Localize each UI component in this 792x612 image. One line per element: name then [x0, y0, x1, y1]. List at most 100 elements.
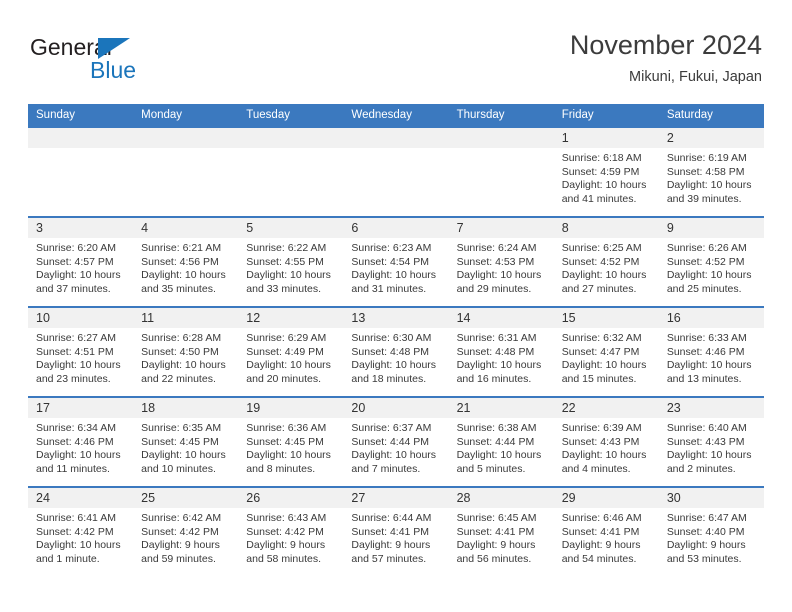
daylight-text: Daylight: 10 hours and 33 minutes. — [246, 269, 331, 295]
day-number: 22 — [553, 398, 659, 418]
day-cell-empty — [28, 126, 134, 217]
sunrise-text: Sunrise: 6:22 AM — [246, 242, 327, 254]
daylight-text: Daylight: 10 hours and 22 minutes. — [141, 359, 226, 385]
day-cell[interactable]: 30 Sunrise: 6:47 AM Sunset: 4:40 PM Dayligh… — [658, 486, 764, 576]
day-cell[interactable]: 8 Sunrise: 6:25 AM Sunset: 4:52 PM Daylight… — [553, 216, 659, 307]
day-cell[interactable]: 25 Sunrise: 6:42 AM Sunset: 4:42 PM Dayligh… — [133, 486, 239, 576]
daylight-text: Daylight: 9 hours and 57 minutes. — [351, 539, 431, 565]
daylight-text: Daylight: 10 hours and 29 minutes. — [456, 269, 542, 295]
sunrise-text: Sunrise: 6:25 AM — [561, 242, 642, 254]
day-cell[interactable]: 26 Sunrise: 6:43 AM Sunset: 4:42 PM Dayligh… — [238, 486, 344, 576]
day-number: 29 — [553, 488, 659, 508]
day-cell[interactable]: 13 Sunrise: 6:30 AM Sunset: 4:48 PM Dayligh… — [343, 306, 449, 397]
day-cell[interactable]: 22 Sunrise: 6:39 AM Sunset: 4:43 PM Dayligh… — [553, 396, 659, 487]
daylight-text: Daylight: 10 hours and 16 minutes. — [456, 359, 542, 385]
day-cell-empty — [448, 126, 554, 217]
day-cell[interactable]: 7 Sunrise: 6:24 AM Sunset: 4:53 PM Daylight… — [448, 216, 554, 307]
day-cell-empty — [343, 126, 449, 217]
day-cell[interactable]: 3 Sunrise: 6:20 AM Sunset: 4:57 PM Daylight… — [28, 216, 134, 307]
day-cell[interactable]: 27 Sunrise: 6:44 AM Sunset: 4:41 PM Dayligh… — [343, 486, 449, 576]
day-number: 6 — [343, 218, 449, 238]
sunrise-text: Sunrise: 6:23 AM — [351, 242, 432, 254]
day-cell[interactable]: 16 Sunrise: 6:33 AM Sunset: 4:46 PM Dayligh… — [658, 306, 764, 397]
daylight-text: Daylight: 10 hours and 18 minutes. — [351, 359, 437, 385]
daylight-text: Daylight: 9 hours and 58 minutes. — [246, 539, 326, 565]
day-cell[interactable]: 10 Sunrise: 6:27 AM Sunset: 4:51 PM Dayligh… — [28, 306, 134, 397]
day-number: 24 — [28, 488, 134, 508]
sunset-text: Sunset: 4:51 PM — [36, 345, 114, 358]
day-cell[interactable]: 1 Sunrise: 6:18 AM Sunset: 4:59 PM Daylight… — [553, 126, 659, 217]
day-number: 4 — [133, 218, 239, 238]
day-cell[interactable]: 15 Sunrise: 6:32 AM Sunset: 4:47 PM Dayligh… — [553, 306, 659, 397]
day-cell[interactable]: 14 Sunrise: 6:31 AM Sunset: 4:48 PM Dayligh… — [448, 306, 554, 397]
day-cell[interactable]: 21 Sunrise: 6:38 AM Sunset: 4:44 PM Dayligh… — [448, 396, 554, 487]
daylight-text: Daylight: 10 hours and 41 minutes. — [561, 179, 647, 205]
day-details: Sunrise: 6:18 AM Sunset: 4:59 PM Daylight:… — [554, 148, 659, 206]
day-details: Sunrise: 6:32 AM Sunset: 4:47 PM Daylight:… — [554, 328, 659, 386]
day-cell[interactable]: 5 Sunrise: 6:22 AM Sunset: 4:55 PM Daylight… — [238, 216, 344, 307]
daylight-text: Daylight: 10 hours and 4 minutes. — [561, 449, 647, 475]
sunrise-text: Sunrise: 6:33 AM — [666, 332, 747, 344]
sunrise-text: Sunrise: 6:31 AM — [456, 332, 537, 344]
sunrise-text: Sunrise: 6:47 AM — [666, 512, 747, 524]
sunset-text: Sunset: 4:58 PM — [666, 165, 745, 178]
day-cell[interactable]: 19 Sunrise: 6:36 AM Sunset: 4:45 PM Dayligh… — [238, 396, 344, 487]
day-details: Sunrise: 6:27 AM Sunset: 4:51 PM Daylight:… — [28, 328, 133, 386]
day-cell[interactable]: 24 Sunrise: 6:41 AM Sunset: 4:42 PM Dayligh… — [28, 486, 134, 576]
day-cell[interactable]: 9 Sunrise: 6:26 AM Sunset: 4:52 PM Daylight… — [658, 216, 764, 307]
general-blue-logo[interactable]: General Blue — [30, 34, 190, 92]
sunrise-text: Sunrise: 6:18 AM — [561, 152, 642, 164]
day-cell[interactable]: 6 Sunrise: 6:23 AM Sunset: 4:54 PM Daylight… — [343, 216, 449, 307]
week-row: 10 Sunrise: 6:27 AM Sunset: 4:51 PM Dayligh… — [28, 306, 764, 397]
day-details: Sunrise: 6:42 AM Sunset: 4:42 PM Daylight:… — [133, 508, 238, 566]
day-details: Sunrise: 6:19 AM Sunset: 4:58 PM Daylight:… — [659, 148, 764, 206]
day-cell[interactable]: 12 Sunrise: 6:29 AM Sunset: 4:49 PM Dayligh… — [238, 306, 344, 397]
day-cell[interactable]: 2 Sunrise: 6:19 AM Sunset: 4:58 PM Daylight… — [658, 126, 764, 217]
day-details: Sunrise: 6:43 AM Sunset: 4:42 PM Daylight:… — [238, 508, 343, 566]
day-details: Sunrise: 6:29 AM Sunset: 4:49 PM Daylight:… — [238, 328, 343, 386]
calendar-body: 1 Sunrise: 6:18 AM Sunset: 4:59 PM Daylight… — [28, 126, 764, 576]
sunrise-text: Sunrise: 6:26 AM — [666, 242, 747, 254]
day-cell[interactable]: 28 Sunrise: 6:45 AM Sunset: 4:41 PM Dayligh… — [448, 486, 554, 576]
day-header-sunday: Sunday — [28, 104, 134, 127]
day-details: Sunrise: 6:26 AM Sunset: 4:52 PM Daylight:… — [659, 238, 764, 296]
day-header-tuesday: Tuesday — [238, 104, 344, 127]
day-cell[interactable]: 17 Sunrise: 6:34 AM Sunset: 4:46 PM Dayligh… — [28, 396, 134, 487]
day-number: 15 — [553, 308, 659, 328]
day-cell[interactable]: 23 Sunrise: 6:40 AM Sunset: 4:43 PM Dayligh… — [658, 396, 764, 487]
sunset-text: Sunset: 4:45 PM — [141, 435, 219, 448]
day-details: Sunrise: 6:30 AM Sunset: 4:48 PM Daylight:… — [343, 328, 448, 386]
day-details: Sunrise: 6:41 AM Sunset: 4:42 PM Daylight:… — [28, 508, 133, 566]
month-calendar: Sunday Monday Tuesday Wednesday Thursday Frid… — [28, 104, 764, 576]
sunset-text: Sunset: 4:46 PM — [36, 435, 114, 448]
sunrise-text: Sunrise: 6:28 AM — [141, 332, 222, 344]
sunset-text: Sunset: 4:50 PM — [141, 345, 219, 358]
sunset-text: Sunset: 4:47 PM — [561, 345, 640, 358]
day-number: 11 — [133, 308, 239, 328]
sunset-text: Sunset: 4:56 PM — [141, 255, 219, 268]
day-header-wednesday: Wednesday — [343, 104, 449, 127]
daylight-text: Daylight: 9 hours and 56 minutes. — [456, 539, 536, 565]
day-cell[interactable]: 4 Sunrise: 6:21 AM Sunset: 4:56 PM Daylight… — [133, 216, 239, 307]
daylight-text: Daylight: 9 hours and 53 minutes. — [666, 539, 746, 565]
day-number — [133, 128, 239, 148]
day-number: 14 — [448, 308, 554, 328]
day-number: 30 — [658, 488, 764, 508]
sunset-text: Sunset: 4:52 PM — [666, 255, 745, 268]
page-header: General Blue November 2024 Mikuni, Fukui… — [28, 28, 762, 96]
daylight-text: Daylight: 10 hours and 25 minutes. — [666, 269, 752, 295]
day-cell[interactable]: 29 Sunrise: 6:46 AM Sunset: 4:41 PM Dayligh… — [553, 486, 659, 576]
sunset-text: Sunset: 4:40 PM — [666, 525, 745, 538]
daylight-text: Daylight: 10 hours and 37 minutes. — [36, 269, 121, 295]
day-number: 3 — [28, 218, 134, 238]
title-block: November 2024 Mikuni, Fukui, Japan — [570, 28, 762, 88]
sunrise-text: Sunrise: 6:40 AM — [666, 422, 747, 434]
day-details: Sunrise: 6:46 AM Sunset: 4:41 PM Daylight:… — [554, 508, 659, 566]
daylight-text: Daylight: 10 hours and 2 minutes. — [666, 449, 752, 475]
day-details: Sunrise: 6:37 AM Sunset: 4:44 PM Daylight:… — [343, 418, 448, 476]
sunrise-text: Sunrise: 6:39 AM — [561, 422, 642, 434]
day-cell[interactable]: 18 Sunrise: 6:35 AM Sunset: 4:45 PM Dayligh… — [133, 396, 239, 487]
day-number: 7 — [448, 218, 554, 238]
day-cell[interactable]: 20 Sunrise: 6:37 AM Sunset: 4:44 PM Dayligh… — [343, 396, 449, 487]
day-cell[interactable]: 11 Sunrise: 6:28 AM Sunset: 4:50 PM Dayligh… — [133, 306, 239, 397]
